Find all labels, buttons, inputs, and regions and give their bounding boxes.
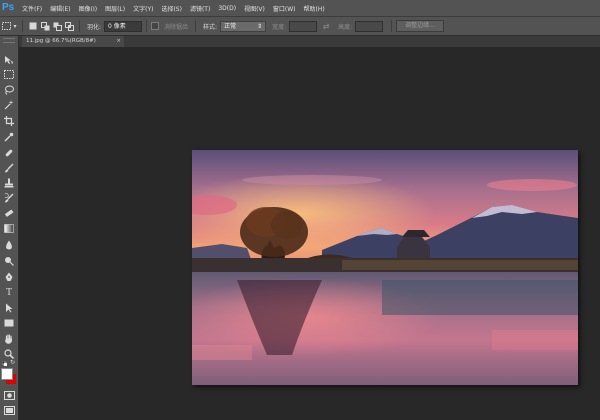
menu-bar: Ps 文件(F) 编辑(E) 图像(I) 图层(L) 文字(Y) 选择(S) 滤…: [0, 0, 600, 17]
feather-label: 羽化:: [87, 23, 102, 31]
gradient-icon[interactable]: [2, 222, 16, 235]
document-tab-bar: 11.jpg @ 66.7%(RGB/8#) ×: [19, 36, 600, 47]
default-colors-icon[interactable]: [1, 360, 8, 367]
menu-layer[interactable]: 图层(L): [105, 4, 125, 13]
menu-image[interactable]: 图像(I): [79, 4, 97, 13]
screen-mode-icon[interactable]: [2, 404, 16, 417]
antialias-label: 消除锯齿: [164, 23, 189, 31]
menu-view[interactable]: 视图(V): [244, 4, 265, 13]
path-selection-icon[interactable]: [2, 301, 16, 314]
menu-select[interactable]: 选择(S): [161, 4, 182, 13]
swap-colors-icon[interactable]: ↻: [10, 360, 16, 366]
history-brush-icon[interactable]: [2, 191, 16, 204]
healing-brush-icon[interactable]: [2, 146, 16, 159]
menu-help[interactable]: 帮助(H): [304, 4, 325, 13]
refine-edge-button[interactable]: 调整边缘...: [396, 20, 444, 32]
marquee-tool-preset-icon[interactable]: [0, 20, 12, 32]
eraser-icon[interactable]: [2, 206, 16, 219]
separator: [22, 20, 23, 32]
crop-icon[interactable]: [2, 114, 16, 127]
document-tab[interactable]: 11.jpg @ 66.7%(RGB/8#) ×: [22, 36, 124, 47]
new-selection-icon[interactable]: [27, 20, 39, 32]
menu-filter[interactable]: 滤镜(T): [190, 4, 210, 13]
separator: [146, 20, 148, 32]
document-canvas[interactable]: [192, 150, 578, 385]
brush-icon[interactable]: [2, 161, 16, 174]
marquee-icon[interactable]: [2, 68, 16, 81]
panel-grip[interactable]: [3, 38, 15, 43]
add-selection-icon[interactable]: [39, 20, 51, 32]
separator: [79, 20, 80, 32]
style-select-value: 正常: [224, 22, 237, 30]
hand-icon[interactable]: [2, 332, 16, 345]
menu-3d[interactable]: 3D(D): [218, 5, 236, 12]
menu-window[interactable]: 窗口(W): [273, 4, 296, 13]
menu-edit[interactable]: 编辑(E): [50, 4, 70, 13]
swap-icon[interactable]: ⇄: [320, 20, 332, 32]
document-tab-title: 11.jpg @ 66.7%(RGB/8#): [26, 38, 96, 44]
antialias-checkbox[interactable]: [151, 22, 160, 30]
menu-file[interactable]: 文件(F): [22, 4, 42, 13]
width-input[interactable]: [289, 20, 318, 32]
subtract-selection-icon[interactable]: [51, 20, 63, 32]
height-label: 高度:: [338, 23, 353, 31]
blur-icon[interactable]: [2, 238, 16, 251]
canvas-image: [192, 150, 578, 385]
pen-icon[interactable]: [2, 270, 16, 283]
preset-dropdown-icon[interactable]: ▾: [12, 20, 18, 32]
tools-panel: T ↻: [0, 36, 19, 420]
quick-mask-icon[interactable]: [2, 389, 16, 402]
menu-type[interactable]: 文字(Y): [133, 4, 153, 13]
move-icon[interactable]: [2, 53, 16, 66]
style-label: 样式:: [203, 23, 218, 31]
dodge-icon[interactable]: [2, 254, 16, 267]
rectangle-shape-icon[interactable]: [2, 316, 16, 329]
options-bar: ▾ 羽化: 0 像素 消除锯齿 样式: 正常 ⇕ 宽度: ⇄ 高度: 调整边缘.…: [0, 17, 600, 36]
height-input[interactable]: [355, 20, 384, 32]
clone-stamp-icon[interactable]: [2, 176, 16, 189]
lasso-icon[interactable]: [2, 83, 16, 96]
style-select[interactable]: 正常 ⇕: [220, 20, 267, 32]
chevron-updown-icon: ⇕: [257, 22, 263, 30]
magic-wand-icon[interactable]: [2, 98, 16, 111]
feather-input[interactable]: 0 像素: [104, 20, 143, 32]
close-icon[interactable]: ×: [116, 36, 121, 47]
separator: [391, 20, 393, 32]
foreground-color-swatch[interactable]: [1, 368, 13, 380]
width-label: 宽度:: [272, 23, 287, 31]
separator: [195, 20, 197, 32]
intersect-selection-icon[interactable]: [63, 20, 75, 32]
eyedropper-icon[interactable]: [2, 130, 16, 143]
photoshop-logo: Ps: [2, 2, 15, 13]
type-icon[interactable]: T: [2, 286, 16, 299]
